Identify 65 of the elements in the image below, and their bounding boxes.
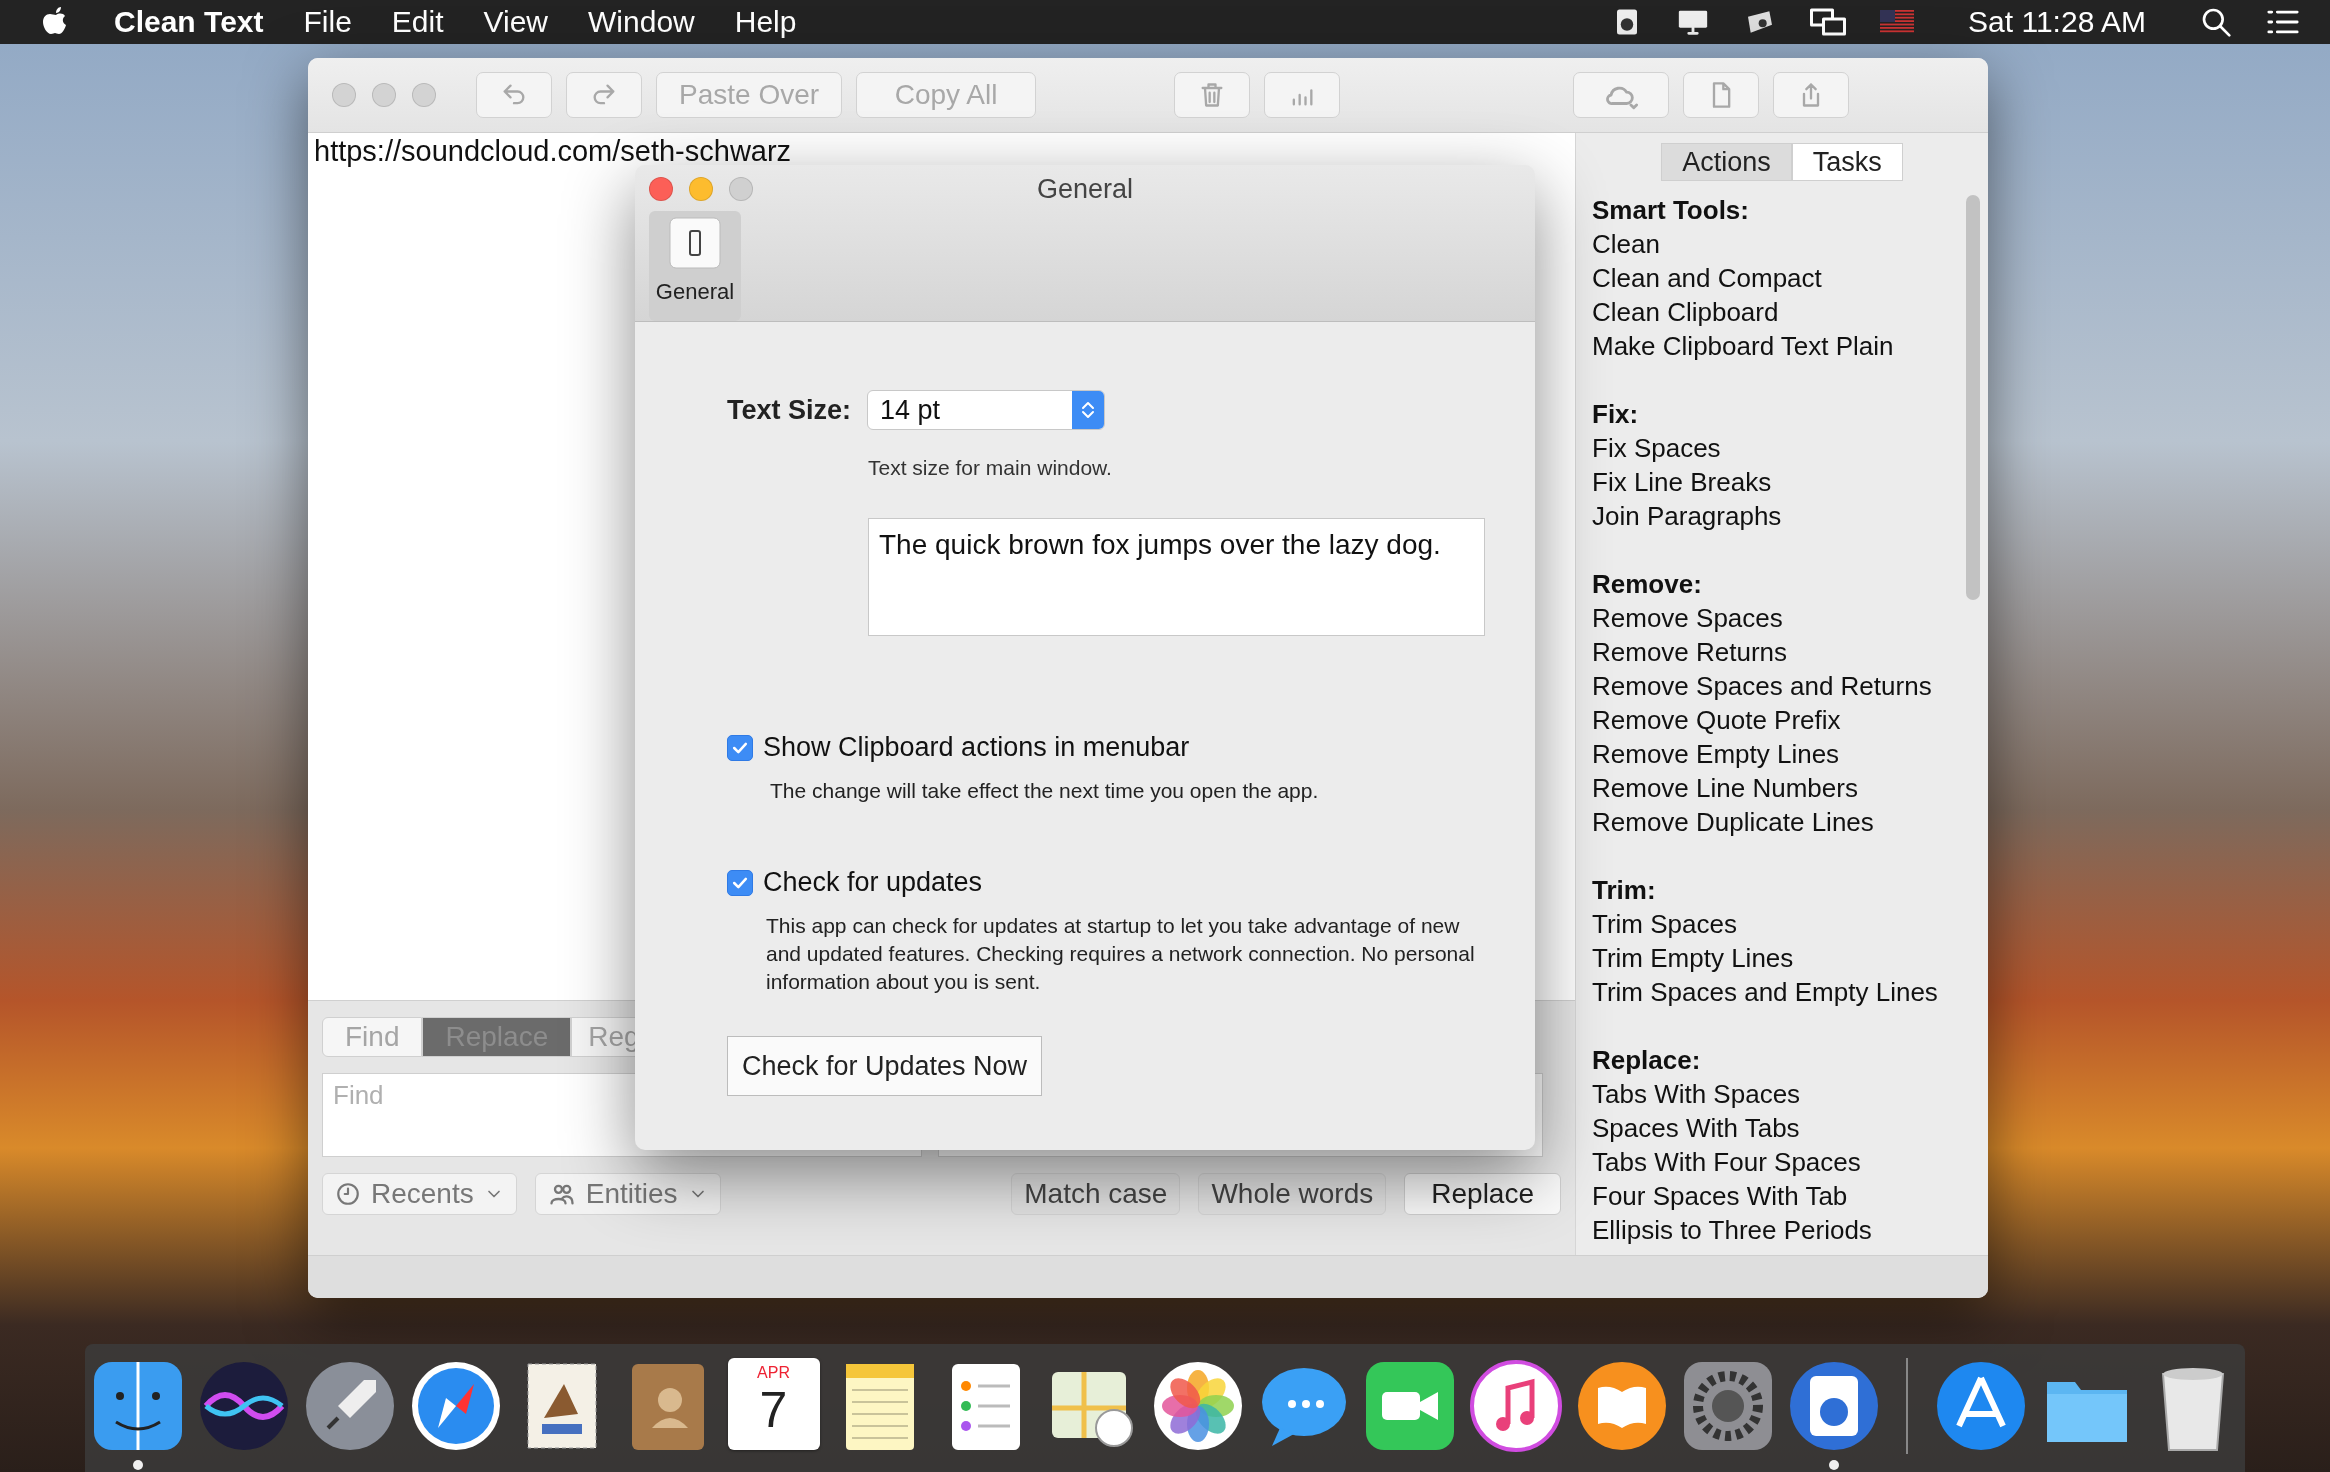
section-heading: Trim: [1592, 874, 1656, 907]
action-item[interactable]: Remove Quote Prefix [1592, 703, 1841, 737]
dialog-title: General [1036, 173, 1134, 205]
hint-text: Text size for main window. [868, 456, 1113, 480]
scrollbar[interactable] [1966, 195, 1980, 600]
action-item[interactable]: Trim Empty Lines [1592, 941, 1794, 975]
action-item[interactable]: Remove Returns [1592, 635, 1788, 669]
option-toggle[interactable]: Match case [1011, 1173, 1181, 1215]
section-heading: Remove: [1592, 568, 1702, 601]
sidebar-tab[interactable]: Actions [1661, 143, 1792, 181]
action-item[interactable]: Fix Spaces [1592, 431, 1721, 465]
music-note-icon[interactable] [1467, 1358, 1564, 1454]
menu-item[interactable]: File [283, 5, 372, 39]
close-button[interactable] [649, 177, 673, 201]
field-label: Text Size: [727, 394, 852, 426]
action-item[interactable]: Clean and Compact [1592, 261, 1822, 295]
calendar-month: APR [757, 1364, 790, 1382]
preview-box: The quick brown fox jumps over the lazy dog. [868, 518, 1485, 636]
flag-icon[interactable] [1880, 10, 1915, 34]
checkbox-label[interactable]: Check for updates [763, 867, 983, 898]
action-item[interactable]: Tabs With Four Spaces [1592, 1145, 1861, 1179]
menu-item[interactable]: Help [714, 5, 817, 39]
app-menu[interactable]: Clean Text [94, 5, 284, 39]
checkbox[interactable] [727, 869, 753, 896]
option-note: The change will take effect the next time you open the app. [770, 778, 1320, 804]
action-item[interactable]: Spaces With Tabs [1592, 1111, 1800, 1145]
action-item[interactable]: Remove Empty Lines [1592, 737, 1840, 771]
section-heading: Replace: [1592, 1044, 1701, 1077]
check-updates-button[interactable]: Check for Updates Now [727, 1036, 1043, 1096]
action-item[interactable]: Trim Spaces [1592, 907, 1737, 941]
clock-icon [335, 1181, 361, 1207]
menu-item[interactable]: Window [568, 5, 715, 39]
replace-button[interactable]: Replace [1404, 1173, 1561, 1215]
option-toggle[interactable]: Whole words [1198, 1173, 1387, 1215]
menu-item[interactable]: View [463, 5, 569, 39]
menu-item[interactable]: Edit [371, 5, 464, 39]
preferences-tab[interactable]: General [649, 211, 741, 321]
clock[interactable]: Sat 11:28 AM [1948, 5, 2166, 39]
switch-icon [669, 217, 721, 269]
action-item[interactable]: Clean Clipboard [1592, 295, 1779, 329]
option-note: This app can check for updates at startup to let you take advantage of new and updated features. Checking requires a network connection. No personal information about you is sent. [766, 913, 1476, 995]
action-item[interactable]: Remove Duplicate Lines [1592, 805, 1874, 839]
search-icon[interactable] [2200, 6, 2232, 38]
dropdown[interactable]: Entities [534, 1173, 721, 1215]
dropdown[interactable]: Recents [322, 1173, 517, 1215]
calendar-icon[interactable]: APR 7 [727, 1358, 820, 1450]
action-item[interactable]: Remove Spaces and Returns [1592, 669, 1932, 703]
section-heading: Smart Tools: [1592, 194, 1749, 227]
checkbox[interactable] [727, 734, 753, 761]
document-text: https://soundcloud.com/seth-schwarz [314, 135, 793, 168]
action-item[interactable]: Ellipsis to Three Periods [1592, 1213, 1872, 1247]
action-item[interactable]: Remove Spaces [1592, 601, 1783, 635]
sidebar-tab[interactable]: Tasks [1791, 143, 1903, 181]
action-item[interactable]: Tabs With Spaces [1592, 1077, 1801, 1111]
checkbox-label[interactable]: Show Clipboard actions in menubar [763, 732, 1190, 763]
action-item[interactable]: Remove Line Numbers [1592, 771, 1858, 805]
calendar-day: 7 [759, 1382, 788, 1438]
section-heading: Fix: [1592, 398, 1639, 431]
action-item[interactable]: Clean [1592, 227, 1660, 261]
action-item[interactable]: Make Clipboard Text Plain [1592, 329, 1894, 363]
action-item[interactable]: Four Spaces With Tab [1592, 1179, 1848, 1213]
action-item[interactable]: Join Paragraphs [1592, 499, 1782, 533]
action-item[interactable]: Fix Line Breaks [1592, 465, 1772, 499]
action-item[interactable]: Trim Spaces and Empty Lines [1592, 975, 1938, 1009]
text-size-popup[interactable]: 14 pt [867, 390, 1106, 430]
